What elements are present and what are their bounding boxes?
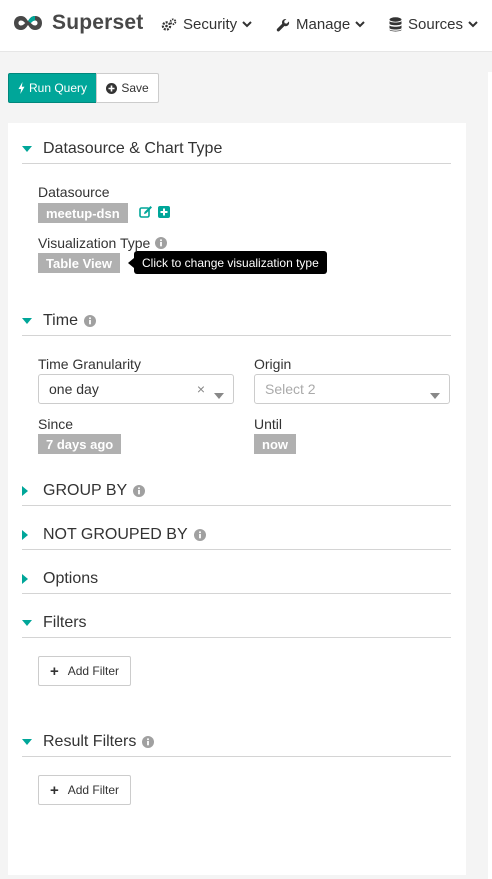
- section-title: Datasource & Chart Type: [43, 139, 223, 157]
- caret-right-icon: [22, 573, 42, 584]
- save-button[interactable]: Save: [96, 73, 159, 103]
- add-filter-button[interactable]: + Add Filter: [38, 656, 131, 686]
- viz-type-tooltip: Click to change visualization type: [134, 251, 327, 274]
- gears-icon: [161, 17, 177, 32]
- info-icon: [193, 528, 206, 541]
- plus-icon: +: [49, 781, 59, 799]
- bolt-icon: [18, 82, 25, 94]
- datasource-label: Datasource: [38, 184, 110, 200]
- add-filter-label: Add Filter: [67, 664, 120, 678]
- time-granularity-label: Time Granularity: [38, 356, 141, 372]
- select-value: one day: [49, 381, 99, 397]
- nav-menu-security[interactable]: Security: [161, 16, 252, 33]
- caret-down-icon: [214, 386, 224, 402]
- section-title: NOT GROUPED BY: [43, 525, 188, 543]
- caret-down-icon: [22, 738, 42, 745]
- add-datasource-icon[interactable]: [158, 205, 170, 221]
- chevron-down-icon: [468, 21, 478, 28]
- superset-logo-icon: [12, 12, 44, 34]
- section-header-time[interactable]: Time: [22, 306, 451, 336]
- chevron-down-icon: [242, 21, 252, 28]
- wrench-icon: [276, 18, 290, 32]
- info-icon: [142, 735, 155, 748]
- database-icon: [389, 17, 402, 32]
- caret-down-icon: [22, 619, 42, 626]
- run-query-button[interactable]: Run Query: [8, 73, 97, 103]
- viz-type-value-tag[interactable]: Table View: [38, 253, 120, 273]
- plus-circle-icon: [106, 82, 118, 94]
- section-header-filters[interactable]: Filters: [22, 608, 451, 638]
- section-title: GROUP BY: [43, 481, 128, 499]
- section-header-group-by[interactable]: GROUP BY: [22, 476, 451, 506]
- info-icon: [83, 314, 96, 327]
- control-panel: Datasource & Chart Type Datasource meetu…: [8, 123, 466, 875]
- origin-label: Origin: [254, 356, 292, 372]
- chart-area-edge: [488, 72, 492, 879]
- caret-down-icon: [22, 317, 42, 324]
- add-filter-label: Add Filter: [67, 783, 120, 797]
- brand[interactable]: Superset: [12, 11, 143, 35]
- clear-icon[interactable]: ×: [197, 381, 205, 397]
- section-title: Time: [43, 311, 78, 329]
- datasource-value-tag[interactable]: meetup-dsn: [38, 203, 128, 223]
- caret-down-icon: [430, 386, 440, 402]
- caret-right-icon: [22, 529, 42, 540]
- caret-down-icon: [22, 145, 42, 152]
- viz-type-label: Visualization Type: [38, 235, 151, 251]
- section-title: Filters: [43, 613, 87, 631]
- section-header-result-filters[interactable]: Result Filters: [22, 727, 451, 757]
- save-label: Save: [121, 81, 149, 95]
- section-header-options[interactable]: Options: [22, 564, 451, 594]
- until-value-tag[interactable]: now: [254, 434, 296, 454]
- info-icon: [155, 237, 167, 249]
- nav-label: Security: [183, 16, 238, 33]
- brand-name: Superset: [52, 11, 144, 34]
- plus-icon: +: [49, 662, 59, 680]
- time-granularity-select[interactable]: one day ×: [38, 374, 234, 404]
- chevron-down-icon: [355, 21, 365, 28]
- edit-datasource-icon[interactable]: [139, 205, 153, 222]
- caret-right-icon: [22, 485, 42, 496]
- since-value-tag[interactable]: 7 days ago: [38, 434, 122, 454]
- navbar: Superset Security Manage Sources: [0, 0, 492, 52]
- select-placeholder: Select 2: [265, 381, 316, 397]
- until-label: Until: [254, 416, 283, 432]
- nav-label: Manage: [296, 16, 351, 33]
- nav-label: Sources: [408, 16, 464, 33]
- since-label: Since: [38, 416, 74, 432]
- section-header-datasource[interactable]: Datasource & Chart Type: [22, 134, 451, 164]
- run-query-label: Run Query: [28, 81, 88, 95]
- nav-menu-sources[interactable]: Sources: [389, 16, 478, 33]
- section-title: Result Filters: [43, 732, 137, 750]
- origin-select[interactable]: Select 2: [254, 374, 450, 404]
- nav-menu-manage[interactable]: Manage: [276, 16, 365, 33]
- section-header-not-grouped-by[interactable]: NOT GROUPED BY: [22, 520, 451, 550]
- info-icon: [133, 484, 146, 497]
- add-result-filter-button[interactable]: + Add Filter: [38, 775, 131, 805]
- section-title: Options: [43, 569, 99, 587]
